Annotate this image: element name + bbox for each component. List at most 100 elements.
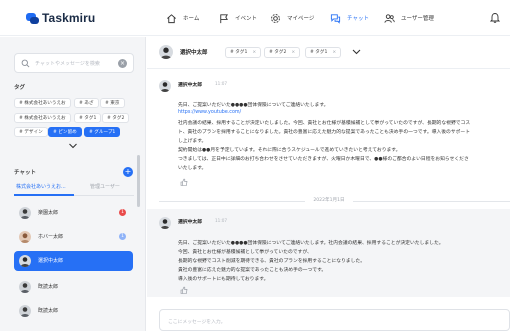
avatar [159, 45, 173, 59]
message-input-placeholder: ここにメッセージを入力。 [168, 320, 226, 325]
message-link[interactable]: https://www.youtube.com/ [178, 110, 241, 115]
header-tag-label: # タグ1 [230, 50, 248, 55]
tab-divider [74, 194, 134, 196]
chat-list-item[interactable]: 既読太郎 [14, 301, 133, 321]
unread-badge: 1 [119, 233, 126, 240]
avatar [19, 305, 31, 317]
tag-chip[interactable]: # 株式会社あいうえお [14, 98, 71, 108]
remove-tag-icon[interactable]: × [252, 50, 256, 55]
sidebar: チャットやメッセージを検索 × タグ # 株式会社あいうえお # あざ # 東京… [0, 37, 146, 331]
chat-list-item[interactable]: 楽園太郎 1 [14, 203, 133, 223]
chat-name: 既読太郎 [38, 308, 59, 314]
chat-list-item-selected[interactable]: 選択中太郎 [14, 251, 133, 271]
message-text: いたします。 [178, 166, 207, 171]
add-chat-button[interactable]: + [123, 167, 133, 177]
chat-header: 選択中太郎 # タグ1 × # タグ2 × # タグ1 × [147, 37, 510, 69]
tag-chip[interactable]: # あざ [74, 98, 99, 108]
bell-icon[interactable] [490, 12, 500, 23]
avatar [19, 281, 31, 293]
tag-chip[interactable]: # 東京 [100, 98, 125, 108]
header-tag[interactable]: # タグ1 × [305, 47, 342, 58]
search-icon [21, 59, 30, 68]
flag-icon [220, 13, 228, 23]
chat-list-item[interactable]: 既読太郎 [14, 277, 133, 297]
nav-mypage-label: マイページ [287, 16, 315, 22]
search-input[interactable]: チャットやメッセージを検索 × [14, 53, 134, 73]
chat-panel: 選択中太郎 # タグ1 × # タグ2 × # タグ1 × 選択中太郎 11:07 先… [147, 37, 510, 331]
tab-company[interactable]: 株式会社あいうえお... [16, 183, 66, 190]
remove-tag-icon[interactable]: × [332, 50, 336, 55]
message: 選択中太郎 11:07 先日、ご提案いただいた●●●●団体保険についてご連絡いた… [147, 209, 510, 297]
message-text: 社内会議の結果、採用することが決定いたしました。今回、貴社とお仕様が基積候補とし… [178, 121, 471, 126]
message-text: 今回、貴社とお仕様が基積候補として挙がっていたのですが、 [178, 250, 312, 255]
chat-name: 既読太郎 [38, 284, 59, 290]
tag-chip[interactable]: # タグ1 [74, 113, 102, 123]
nav-chat-label: チャット [347, 16, 369, 22]
nav-home[interactable]: ホーム [166, 10, 199, 26]
nav-user-admin-label: ユーザー管理 [401, 16, 434, 22]
message-text: 先日、ご提案いただいた●●●●団体保険についてご連絡いたします。 [178, 103, 329, 108]
clear-search-icon[interactable]: × [118, 59, 127, 68]
header-tag-label: # タグ2 [269, 50, 287, 55]
tags-heading: タグ [14, 85, 26, 91]
message-text: 先日、ご提案いただいた●●●●団体保険についてご連絡いたします。社内会議の結果、… [178, 241, 444, 246]
chat-tabs: 株式会社あいうえお... 管理ユーザー [14, 183, 134, 196]
header-tag[interactable]: # タグ1 × [225, 47, 262, 58]
message-text: 契約開始は●●月を予定しています。それに際に合うスケジュールで進めていきたいと考… [178, 148, 401, 153]
home-icon [167, 13, 176, 23]
nav-event-label: イベント [235, 16, 258, 22]
header-tag-label: # タグ1 [310, 50, 328, 55]
header-tag[interactable]: # タグ2 × [264, 47, 301, 58]
nav-chat[interactable]: チャット [330, 10, 369, 26]
chat-heading: チャット [14, 170, 36, 176]
message-sender: 選択中太郎 [178, 220, 202, 225]
reaction-icon[interactable] [180, 286, 188, 294]
tag-chip[interactable]: # タグ2 [102, 113, 130, 123]
chevron-down-icon[interactable] [68, 143, 78, 149]
avatar [19, 231, 31, 243]
nav-home-label: ホーム [183, 16, 200, 22]
chat-name: 楽園太郎 [38, 210, 59, 216]
date-separator-text: 2022年1月1日 [313, 198, 345, 203]
tab-admin-users[interactable]: 管理ユーザー [90, 183, 120, 190]
tab-underline [14, 194, 74, 196]
unread-badge: 1 [119, 209, 126, 216]
sidebar-scrollbar[interactable] [137, 155, 140, 207]
top-bar: Taskmiru ホーム イベント マイページ チャット ユーザー管理 [0, 0, 510, 36]
app-logo[interactable]: Taskmiru [26, 9, 95, 27]
tag-chip-selected[interactable]: # グループ1 [84, 127, 121, 137]
tag-chip-selected[interactable]: # ピン留め [48, 127, 82, 137]
chat-name: ホバー太郎 [38, 234, 64, 240]
nav-user-admin[interactable]: ユーザー管理 [384, 10, 434, 26]
chat-header-name: 選択中太郎 [180, 50, 208, 56]
message-text: 導入後のサポートにも期待しております。 [178, 277, 269, 282]
chat-list-item[interactable]: ホバー太郎 1 [14, 227, 133, 247]
avatar [159, 217, 171, 229]
date-separator: 2022年1月1日 [147, 197, 510, 205]
avatar [19, 207, 31, 219]
remove-tag-icon[interactable]: × [291, 50, 295, 55]
chat-name: 選択中太郎 [38, 258, 64, 264]
gear-icon [271, 13, 280, 23]
chat-icon [330, 13, 341, 24]
logo-icon [26, 12, 39, 25]
tag-chip[interactable]: # デザイン [14, 127, 48, 137]
app-name: Taskmiru [42, 11, 96, 25]
message-sender: 選択中太郎 [178, 83, 202, 88]
nav-mypage[interactable]: マイページ [270, 10, 314, 26]
avatar [19, 255, 31, 267]
avatar [159, 80, 171, 92]
message-time: 11:07 [215, 81, 228, 86]
nav-event[interactable]: イベント [218, 10, 257, 26]
users-icon [384, 13, 395, 23]
message-text: つきましては、正日中に詳細のお打ち合わせをさせていただきますが、火曜日か木曜日で… [178, 157, 469, 162]
message-text: 長期的な視野でコスト削減を期待できる、貴社のプランを採用することになりました。 [178, 259, 365, 264]
message-input[interactable]: ここにメッセージを入力。 [159, 309, 510, 331]
reaction-icon[interactable] [180, 178, 188, 186]
search-placeholder: チャットやメッセージを検索 [35, 61, 100, 67]
message-text: し上げます。 [178, 139, 207, 144]
tag-chip[interactable]: # 株式会社あいうえお [14, 113, 71, 123]
message: 選択中太郎 11:07 先日、ご提案いただいた●●●●団体保険についてご連絡いた… [147, 70, 510, 190]
message-text: 貴社の豊富に応えた魅力的な提案であったことも決め手の一つです。 [178, 268, 327, 273]
chevron-down-icon[interactable] [352, 49, 361, 55]
